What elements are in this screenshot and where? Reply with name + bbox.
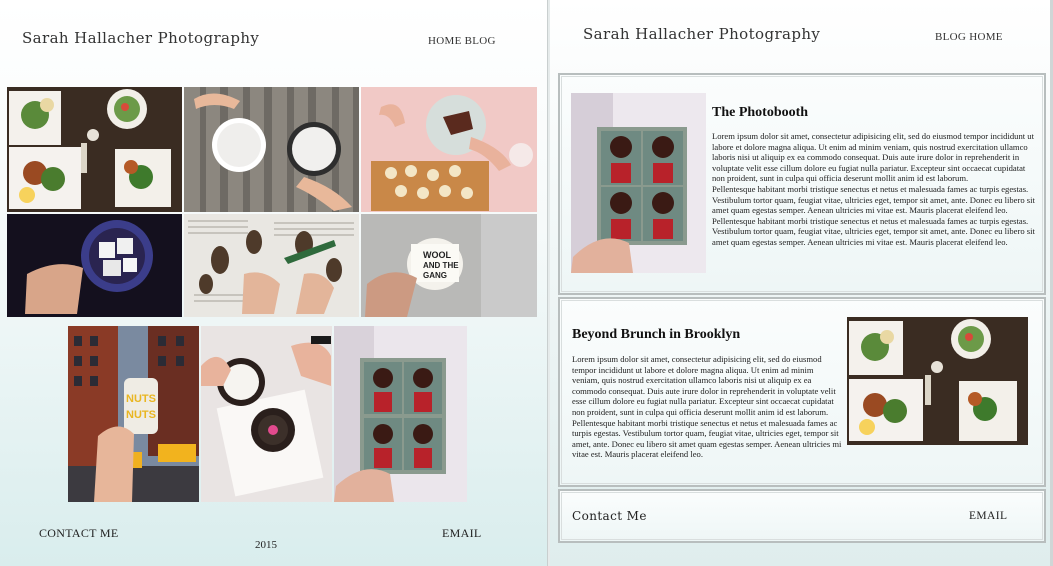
post-paragraph: Pellentesque habitant morbi tristique se… — [712, 215, 1035, 247]
wool-label-line2: AND THE — [423, 261, 459, 270]
blog-post-brunch: Beyond Brunch in Brooklyn Lorem ipsum do… — [558, 297, 1046, 487]
photobooth-strip-image — [571, 93, 706, 273]
contact-me-link[interactable]: CONTACT ME — [39, 526, 119, 541]
post-paragraph: Pellentesque habitant morbi tristique se… — [712, 183, 1035, 216]
marshmallow-mug-image — [7, 214, 182, 317]
blog-page-panel: Sarah Hallacher Photography Blog Home Th… — [550, 0, 1053, 566]
brunch-table-image — [7, 87, 182, 212]
nuts-label-2: NUTS — [126, 409, 156, 421]
footer-year: 2015 — [255, 539, 277, 551]
post-brunch-image[interactable] — [847, 317, 1028, 445]
photo-marshmallow-mug[interactable] — [7, 214, 182, 317]
brunch-spread-image — [847, 317, 1028, 445]
wool-label-line3: GANG — [423, 271, 447, 280]
site-brand[interactable]: Sarah Hallacher Photography — [22, 29, 259, 47]
photo-cupcakes[interactable] — [201, 326, 332, 502]
coffee-mugs-image — [184, 87, 359, 212]
post-photobooth-image[interactable] — [571, 93, 706, 273]
post-body-brunch: Lorem ipsum dolor sit amet, consectetur … — [572, 354, 842, 460]
nuts-city-image: NUTS NUTS — [68, 326, 199, 502]
post-paragraph: Pellentesque habitant morbi tristique se… — [572, 417, 842, 460]
post-body-photobooth: Lorem ipsum dolor sit amet, consectetur … — [712, 131, 1037, 248]
email-link[interactable]: EMAIL — [442, 526, 482, 541]
post-paragraph: Lorem ipsum dolor sit amet, consectetur … — [712, 131, 1034, 184]
photo-cheese-board[interactable] — [361, 87, 537, 212]
post-title-brunch[interactable]: Beyond Brunch in Brooklyn — [572, 327, 740, 343]
photobooth-image — [334, 326, 467, 502]
wool-yarn-image: WOOL AND THE GANG — [361, 214, 537, 317]
nuts-label: NUTS — [126, 393, 156, 405]
post-paragraph: Lorem ipsum dolor sit amet, consectetur … — [572, 354, 836, 417]
photo-nuts-city[interactable]: NUTS NUTS — [68, 326, 199, 502]
photo-wool-yarn[interactable]: WOOL AND THE GANG — [361, 214, 537, 317]
contact-me-link-2[interactable]: Contact Me — [572, 509, 647, 523]
home-page-panel: Sarah Hallacher Photography Home Blog — [0, 0, 548, 566]
cupcakes-image — [201, 326, 332, 502]
photo-pinecones[interactable] — [184, 214, 359, 317]
cheese-board-image — [361, 87, 537, 212]
nav-home-link[interactable]: Home — [428, 35, 462, 47]
nav-blog-link-2[interactable]: Blog — [935, 31, 966, 43]
email-link-2[interactable]: EMAIL — [969, 510, 1007, 522]
blog-footer: Contact Me EMAIL — [558, 489, 1046, 543]
nav-home-link-2[interactable]: Home — [969, 31, 1003, 43]
site-brand-blog[interactable]: Sarah Hallacher Photography — [583, 25, 820, 43]
nav-blog-link[interactable]: Blog — [465, 35, 496, 47]
photo-coffee-mugs[interactable] — [184, 87, 359, 212]
photo-grid: WOOL AND THE GANG — [7, 87, 537, 317]
blog-nav: Blog Home — [935, 31, 1003, 43]
pinecones-image — [184, 214, 359, 317]
main-nav: Home Blog — [428, 35, 496, 47]
photo-brunch-table[interactable] — [7, 87, 182, 212]
photo-photobooth[interactable] — [334, 326, 467, 502]
blog-post-photobooth: The Photobooth Lorem ipsum dolor sit ame… — [558, 73, 1046, 295]
wool-label-line1: WOOL — [423, 250, 451, 260]
post-title-photobooth[interactable]: The Photobooth — [712, 105, 808, 121]
